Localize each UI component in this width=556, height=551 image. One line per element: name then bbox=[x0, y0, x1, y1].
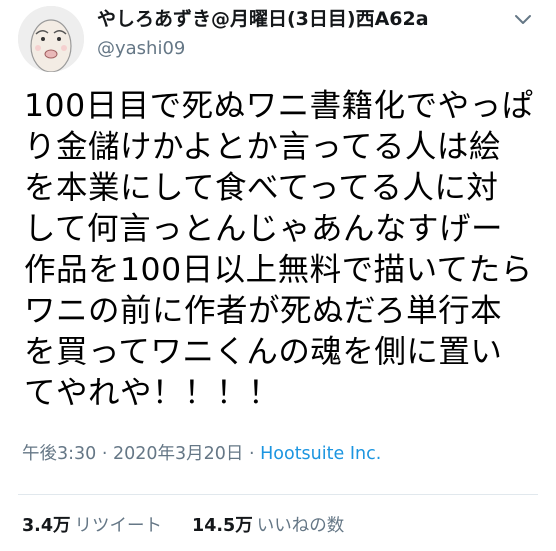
author-display-name[interactable]: やしろあずき@月曜日(3日目)西A62a bbox=[97, 8, 429, 30]
avatar[interactable] bbox=[18, 6, 84, 72]
retweets-stat[interactable]: 3.4万 リツイート bbox=[22, 516, 162, 536]
likes-count: 14.5万 bbox=[192, 516, 253, 536]
author-handle[interactable]: @yashi09 bbox=[97, 38, 185, 60]
retweets-count: 3.4万 bbox=[22, 516, 71, 536]
cartoon-face-icon bbox=[18, 6, 84, 72]
likes-stat[interactable]: 14.5万 いいねの数 bbox=[192, 516, 344, 536]
likes-label: いいねの数 bbox=[256, 516, 345, 536]
tweet-timestamp[interactable]: 午後3:30 · 2020年3月20日 · bbox=[22, 444, 260, 464]
tweet-stats: 3.4万 リツイート 14.5万 いいねの数 bbox=[22, 515, 344, 537]
tweet-text: 100日目で死ぬワニ書籍化でやっぱ り金儲けかよとか言ってる人は絵 を本業にして… bbox=[24, 88, 534, 411]
tweet-meta: 午後3:30 · 2020年3月20日 · Hootsuite Inc. bbox=[22, 443, 381, 465]
chevron-down-icon[interactable] bbox=[512, 12, 534, 28]
divider bbox=[18, 494, 538, 495]
tweet-source-link[interactable]: Hootsuite Inc. bbox=[260, 444, 381, 464]
retweets-label: リツイート bbox=[74, 516, 163, 536]
